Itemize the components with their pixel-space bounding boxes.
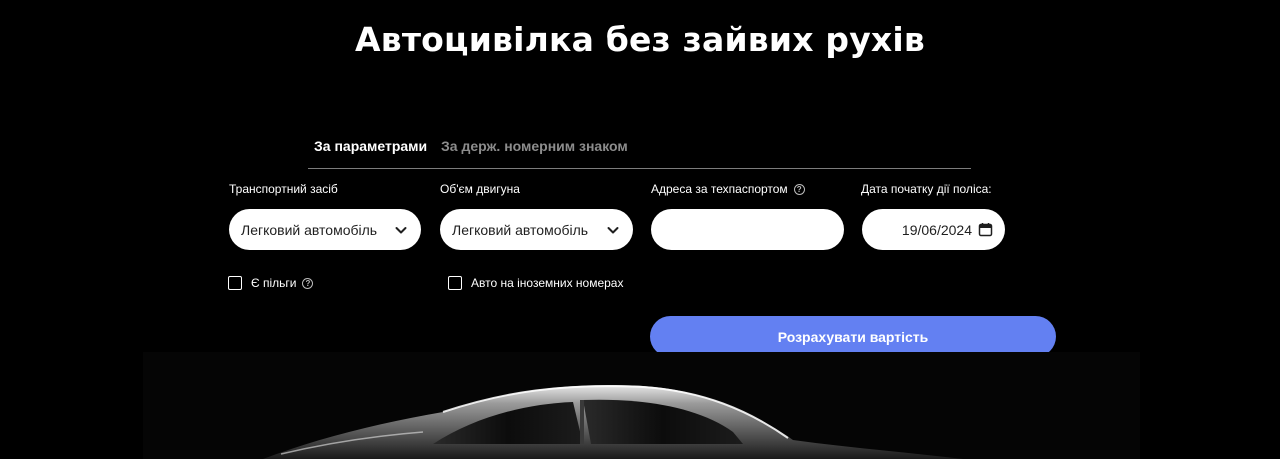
date-label-text: Дата початку дії поліса: bbox=[861, 182, 992, 196]
tab-by-plate-number[interactable]: За держ. номерним знаком bbox=[441, 138, 628, 154]
vehicle-label-text: Транспортний засіб bbox=[229, 182, 338, 196]
foreign-plates-checkbox[interactable]: Авто на іноземних номерах bbox=[448, 276, 623, 290]
engine-select-value: Легковий автомобіль bbox=[452, 221, 589, 238]
address-search-field[interactable] bbox=[651, 209, 844, 250]
vehicle-select-value: Легковий автомобіль bbox=[241, 221, 378, 238]
date-value: 19/06/2024 bbox=[901, 221, 972, 238]
calculate-button[interactable]: Розрахувати вартість bbox=[650, 316, 1056, 357]
checkbox-box[interactable] bbox=[228, 276, 242, 290]
car-image bbox=[143, 352, 1140, 459]
page-title: Автоцивілка без зайвих рухів bbox=[355, 20, 925, 59]
vehicle-label: Транспортний засіб bbox=[229, 182, 338, 196]
engine-select[interactable]: Легковий автомобіль bbox=[440, 209, 633, 250]
checkbox-box[interactable] bbox=[448, 276, 462, 290]
calendar-icon[interactable] bbox=[978, 222, 993, 237]
help-icon[interactable]: ? bbox=[793, 183, 805, 195]
chevron-down-icon bbox=[395, 226, 407, 233]
tab-bar: За параметрами За держ. номерним знаком bbox=[308, 136, 971, 169]
benefits-checkbox[interactable]: Є пільги ? bbox=[228, 276, 314, 290]
tab-by-parameters[interactable]: За параметрами bbox=[314, 138, 427, 154]
address-input[interactable] bbox=[663, 221, 844, 238]
engine-label-text: Об'єм двигуна bbox=[440, 182, 520, 196]
address-label: Адреса за техпаспортом ? bbox=[651, 182, 805, 196]
address-label-text: Адреса за техпаспортом bbox=[651, 182, 788, 196]
engine-label: Об'єм двигуна bbox=[440, 182, 520, 196]
help-icon[interactable]: ? bbox=[302, 277, 314, 289]
car-silhouette bbox=[263, 385, 963, 459]
benefits-label: Є пільги bbox=[251, 276, 297, 290]
date-label: Дата початку дії поліса: bbox=[861, 182, 992, 196]
foreign-plates-label: Авто на іноземних номерах bbox=[471, 276, 624, 290]
vehicle-select[interactable]: Легковий автомобіль bbox=[229, 209, 421, 250]
date-picker[interactable]: 19/06/2024 bbox=[862, 209, 1005, 250]
chevron-down-icon bbox=[607, 226, 619, 233]
